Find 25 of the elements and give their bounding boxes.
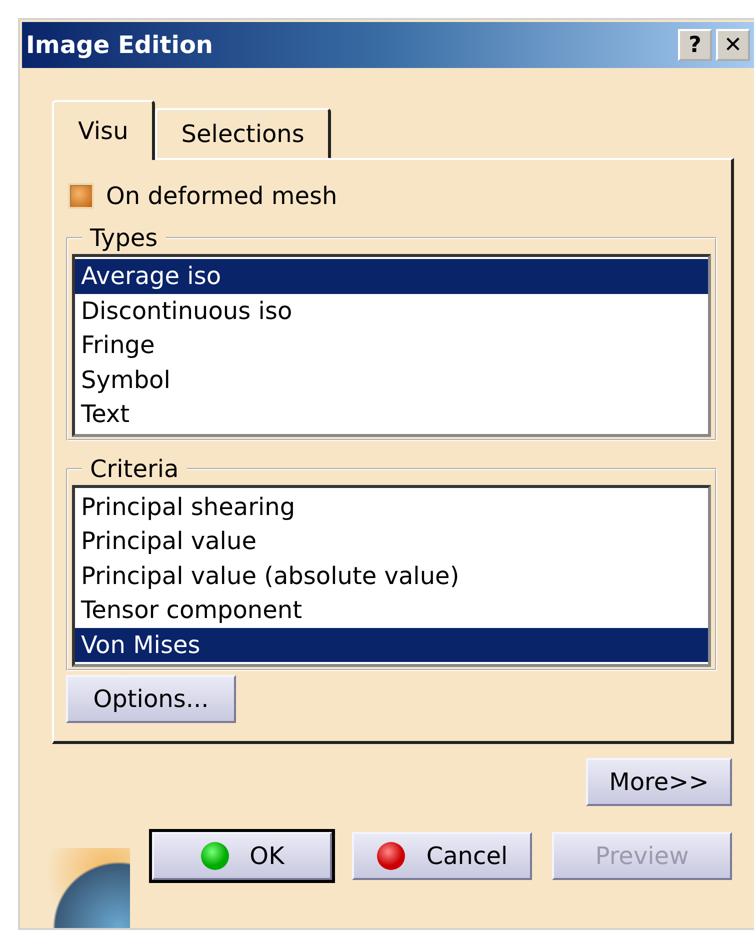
tab[interactable]: Selections: [155, 108, 332, 158]
list-item[interactable]: Principal value: [75, 524, 708, 558]
list-item[interactable]: Principal value (absolute value): [75, 558, 708, 593]
dialog-button[interactable]: OK: [152, 832, 332, 880]
list-item[interactable]: Discontinuous iso: [75, 294, 708, 328]
tab[interactable]: Visu: [52, 100, 156, 160]
list-item[interactable]: Text: [75, 397, 708, 432]
ball-icon: [200, 841, 230, 871]
list-item[interactable]: Principal shearing: [75, 490, 708, 524]
close-button[interactable]: ✕: [716, 29, 750, 61]
more-button[interactable]: More>>: [586, 758, 732, 806]
list-item[interactable]: Symbol: [75, 362, 708, 397]
list-item[interactable]: Average iso: [75, 259, 708, 294]
options-button[interactable]: Options...: [66, 675, 236, 723]
list-item[interactable]: Fringe: [75, 328, 708, 362]
help-button[interactable]: ?: [678, 29, 712, 61]
list-item[interactable]: Tensor component: [75, 593, 708, 628]
window-title: Image Edition: [26, 31, 214, 59]
list-item[interactable]: Von Mises: [75, 628, 708, 662]
ball-icon: [376, 841, 406, 871]
group-label: Types: [89, 224, 159, 252]
group-label: Criteria: [89, 454, 180, 482]
checkbox[interactable]: [68, 183, 94, 209]
checkbox-label: On deformed mesh: [106, 182, 338, 210]
dialog-button[interactable]: Cancel: [352, 832, 532, 880]
